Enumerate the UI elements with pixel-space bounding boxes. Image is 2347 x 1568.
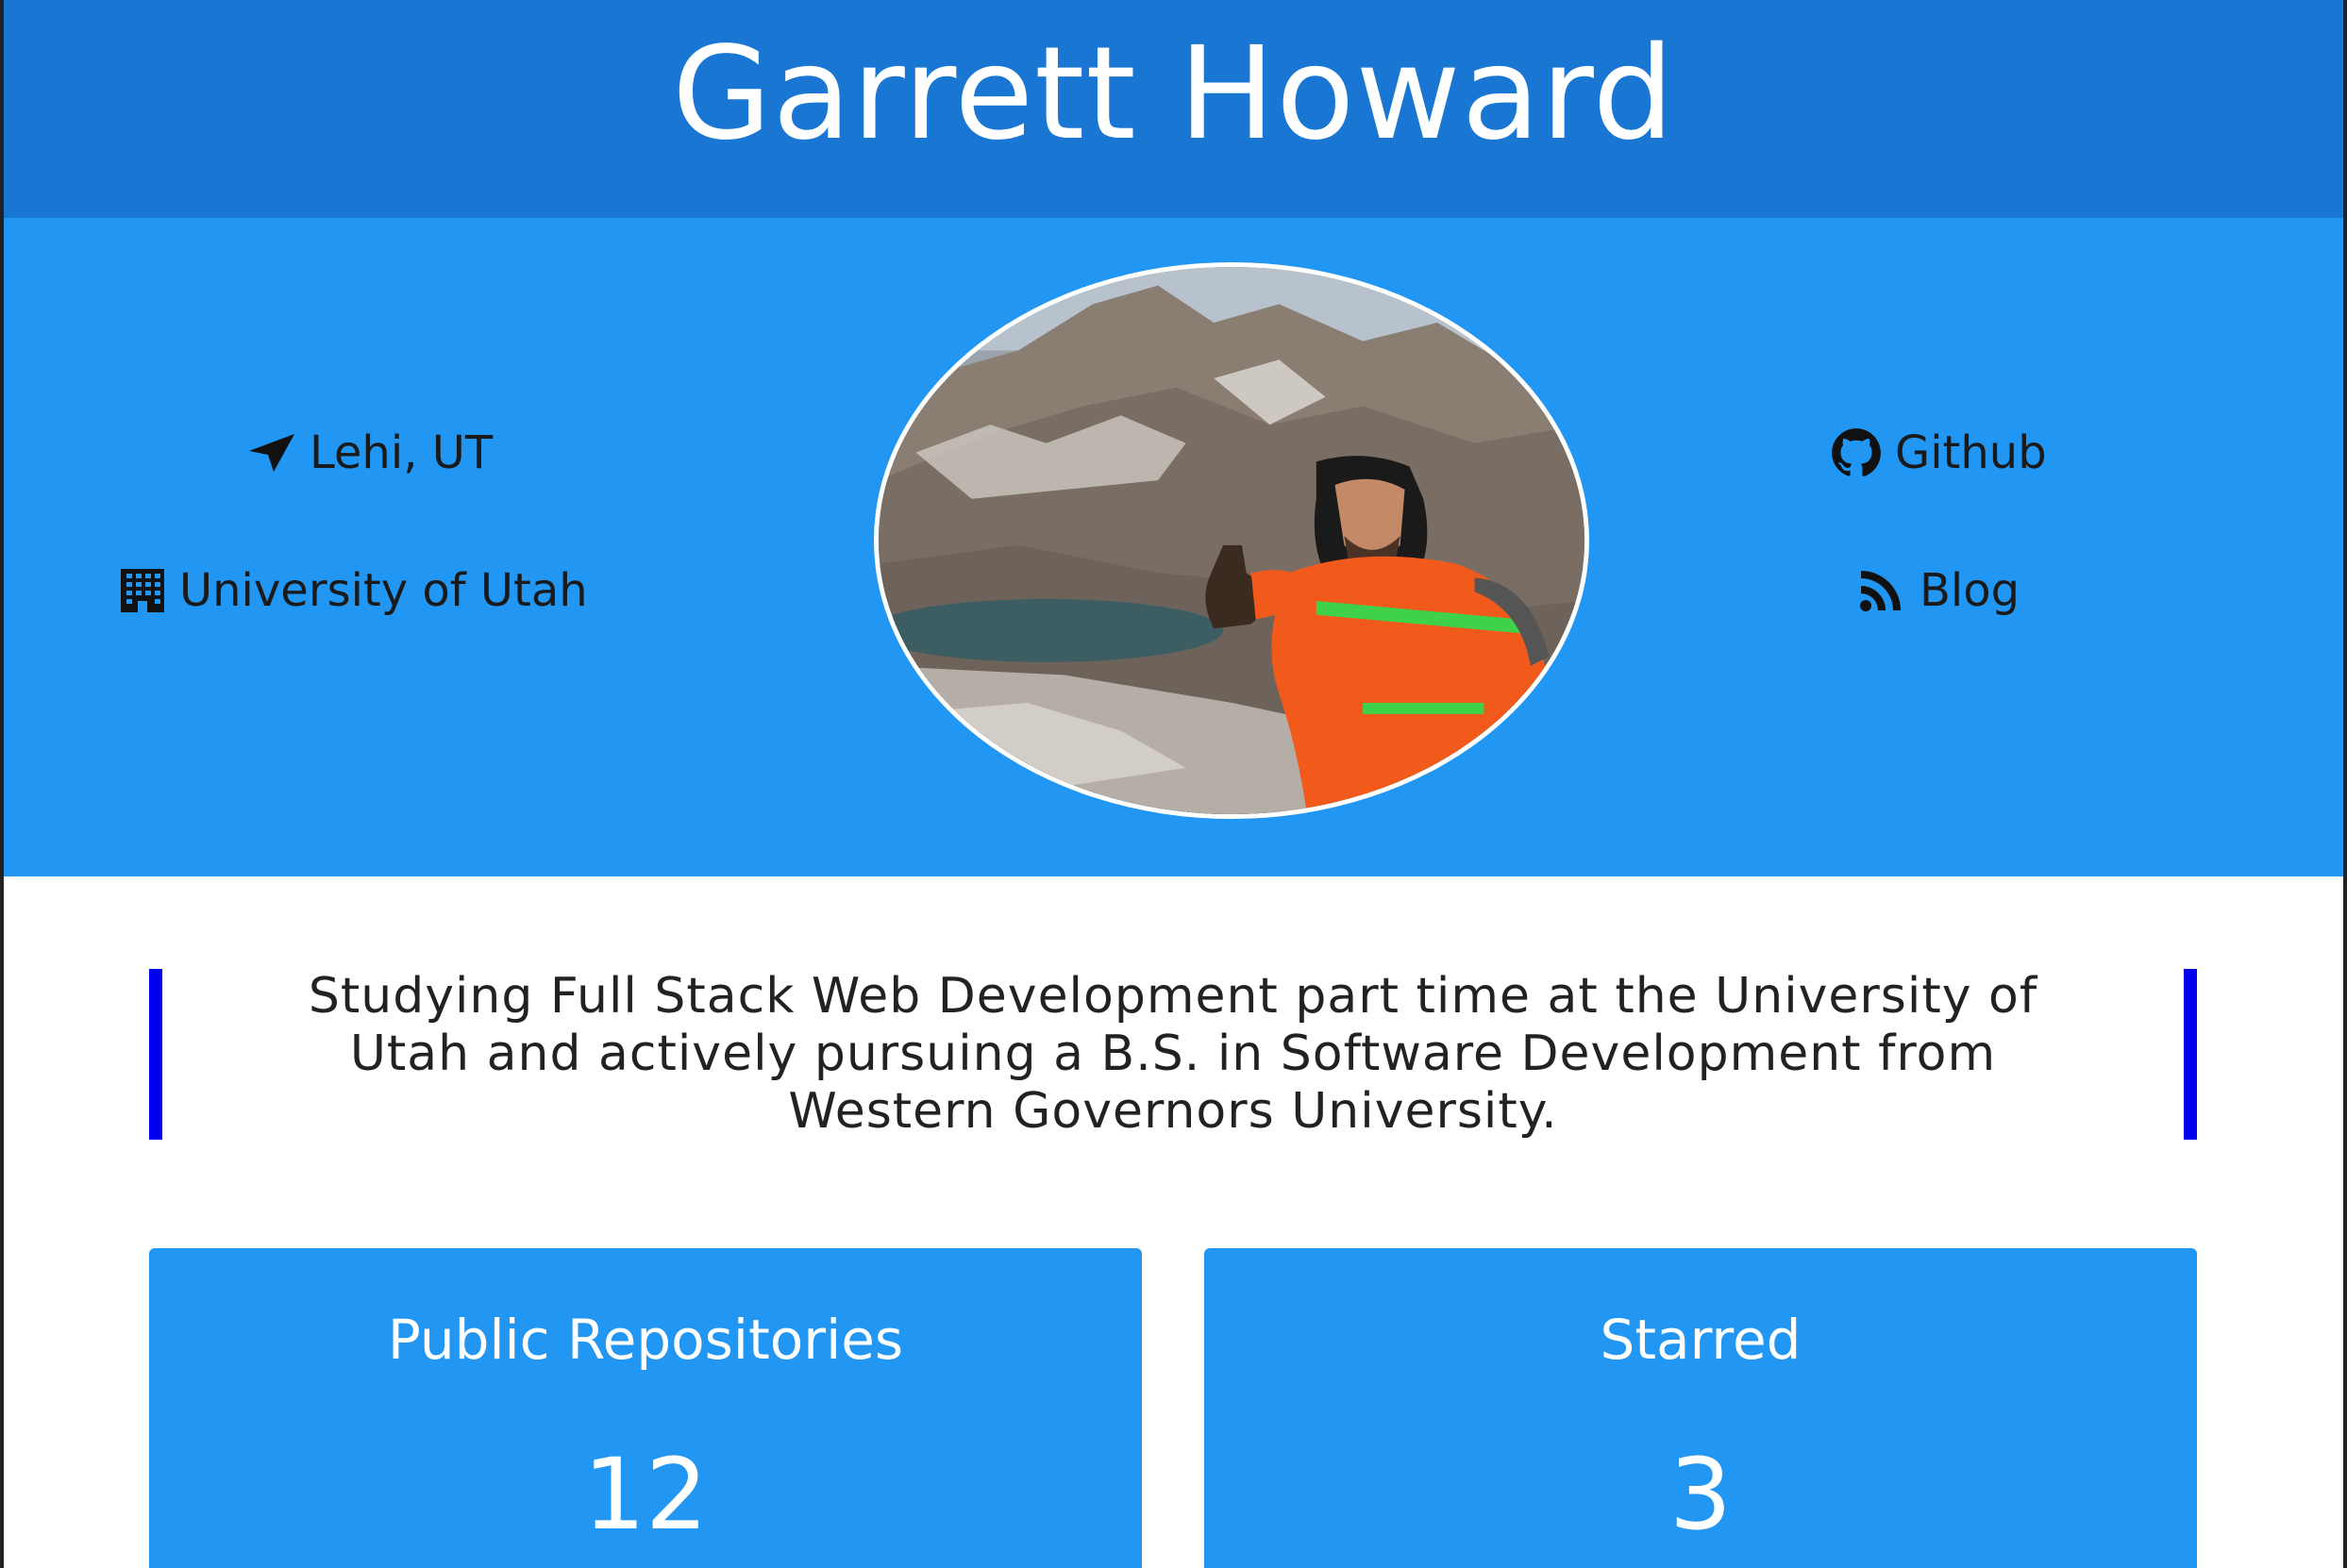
building-icon	[119, 567, 166, 614]
location-label: Lehi, UT	[310, 426, 494, 479]
school-label: University of Utah	[179, 564, 588, 617]
github-label: Github	[1895, 426, 2047, 479]
public-repos-label: Public Repositories	[387, 1308, 904, 1372]
starred-label: Starred	[1600, 1308, 1802, 1372]
bio-text: Studying Full Stack Web Development part…	[308, 968, 2038, 1140]
starred-count: 3	[1668, 1437, 1733, 1552]
header-bar: Garrett Howard	[0, 0, 2347, 218]
blog-label: Blog	[1920, 564, 2020, 617]
public-repos-count: 12	[582, 1437, 709, 1552]
window-edge-right	[2343, 0, 2347, 1568]
blog-link[interactable]: Blog	[1859, 564, 2020, 617]
rss-icon	[1859, 569, 1906, 612]
page-title: Garrett Howard	[672, 19, 1675, 169]
bio-quote: Studying Full Stack Web Development part…	[149, 968, 2197, 1140]
profile-page: Garrett Howard Lehi, UT University of Ut…	[0, 0, 2347, 1568]
location-item: Lehi, UT	[247, 426, 493, 479]
github-link[interactable]: Github	[1831, 426, 2047, 479]
avatar	[874, 262, 1589, 819]
window-edge-left	[0, 0, 4, 1568]
public-repos-card: Public Repositories 12	[149, 1248, 1142, 1568]
profile-photo-icon	[879, 267, 1584, 814]
location-arrow-icon	[247, 432, 296, 474]
github-icon	[1831, 427, 1882, 478]
starred-card: Starred 3	[1204, 1248, 2197, 1568]
profile-hero: Lehi, UT University of Utah Github Blog	[0, 218, 2347, 876]
school-item: University of Utah	[119, 564, 588, 617]
